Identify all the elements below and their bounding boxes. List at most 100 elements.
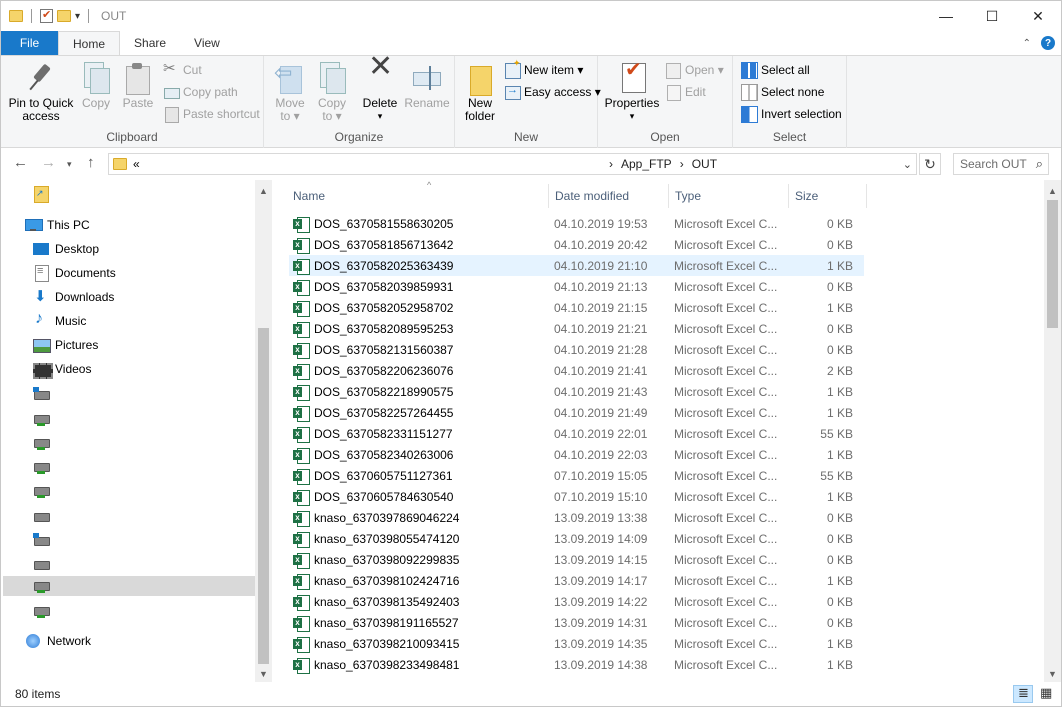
table-row[interactable]: knaso_6370398210093415 13.09.2019 14:35 Mi… <box>289 633 864 654</box>
breadcrumb-out[interactable]: OUT <box>692 157 717 171</box>
customize-toolbar-chevron-icon[interactable]: ▾ <box>75 11 80 22</box>
edit-button[interactable]: Edit <box>665 82 706 102</box>
nav-item-desktop[interactable]: Desktop <box>33 239 99 259</box>
new-folder-icon[interactable] <box>57 10 71 22</box>
table-row[interactable]: knaso_6370398191165527 13.09.2019 14:31 Mi… <box>289 612 864 633</box>
tab-share[interactable]: Share <box>120 31 180 55</box>
table-row[interactable]: DOS_6370582025363439 04.10.2019 21:10 Micr… <box>289 255 864 276</box>
refresh-button[interactable]: ↻ <box>919 153 941 175</box>
open-button[interactable]: Open ▾ <box>665 60 724 80</box>
address-dropdown-chevron-icon[interactable]: ⌄ <box>903 158 912 171</box>
help-icon[interactable]: ? <box>1041 36 1055 50</box>
quick-access-item[interactable] <box>33 184 55 204</box>
nav-item-drive[interactable] <box>33 385 55 405</box>
table-row[interactable]: DOS_6370582131560387 04.10.2019 21:28 Micr… <box>289 339 864 360</box>
file-list-scrollbar[interactable]: ▲ ▼ <box>1044 180 1061 682</box>
nav-item-drive[interactable] <box>33 507 55 527</box>
back-arrow-icon[interactable]: ← <box>13 154 28 171</box>
file-name-cell[interactable]: DOS_6370605784630540 <box>289 489 547 506</box>
breadcrumb-app-ftp[interactable]: App_FTP <box>621 157 672 171</box>
breadcrumb-separator[interactable]: › <box>680 157 684 171</box>
scroll-up-arrow-icon[interactable]: ▲ <box>1044 182 1061 199</box>
table-row[interactable]: knaso_6370398092299835 13.09.2019 14:15 Mi… <box>289 549 864 570</box>
nav-item-network[interactable]: Network <box>25 631 91 651</box>
up-arrow-icon[interactable]: ↑ <box>87 154 95 171</box>
file-name-cell[interactable]: DOS_6370582218990575 <box>289 384 547 401</box>
tab-view[interactable]: View <box>180 31 234 55</box>
nav-item-pictures[interactable]: Pictures <box>33 335 98 355</box>
nav-scrollbar[interactable]: ▲ ▼ <box>255 180 272 682</box>
scroll-down-arrow-icon[interactable]: ▼ <box>1044 665 1061 682</box>
delete-button[interactable]: Delete ▾ <box>360 60 400 123</box>
properties-icon[interactable] <box>40 8 53 23</box>
file-name-cell[interactable]: knaso_6370398135492403 <box>289 594 547 611</box>
minimize-button[interactable]: — <box>923 1 969 31</box>
file-name-cell[interactable]: DOS_6370582039859931 <box>289 279 547 296</box>
file-name-cell[interactable]: DOS_6370582340263006 <box>289 447 547 464</box>
table-row[interactable]: DOS_6370581558630205 04.10.2019 19:53 Micr… <box>289 213 864 234</box>
table-row[interactable]: knaso_6370398135492403 13.09.2019 14:22 Mi… <box>289 591 864 612</box>
close-button[interactable]: ✕ <box>1015 1 1061 31</box>
table-row[interactable]: DOS_6370582218990575 04.10.2019 21:43 Micr… <box>289 381 864 402</box>
file-name-cell[interactable]: knaso_6370398191165527 <box>289 615 547 632</box>
file-name-cell[interactable]: DOS_6370581558630205 <box>289 216 547 233</box>
table-row[interactable]: DOS_6370582039859931 04.10.2019 21:13 Micr… <box>289 276 864 297</box>
nav-item-downloads[interactable]: Downloads <box>33 287 114 307</box>
breadcrumb-separator[interactable]: › <box>609 157 613 171</box>
tab-file[interactable]: File <box>1 31 58 55</box>
tab-home[interactable]: Home <box>58 31 121 56</box>
select-all-button[interactable]: Select all <box>741 60 810 80</box>
scroll-up-arrow-icon[interactable]: ▲ <box>255 182 272 199</box>
table-row[interactable]: DOS_6370581856713642 04.10.2019 20:42 Micr… <box>289 234 864 255</box>
move-to-button[interactable]: Move to ▾ <box>272 62 308 123</box>
rename-button[interactable]: Rename <box>404 62 450 110</box>
nav-item-drive[interactable] <box>33 433 55 453</box>
file-name-cell[interactable]: knaso_6370397869046224 <box>289 510 547 527</box>
file-name-cell[interactable]: DOS_6370582131560387 <box>289 342 547 359</box>
select-none-button[interactable]: Select none <box>741 82 824 102</box>
search-input[interactable]: Search OUT ⌕ <box>953 153 1049 175</box>
nav-item-this-pc[interactable]: This PC <box>25 215 90 235</box>
address-bar[interactable]: « › App_FTP › OUT ⌄ <box>108 153 917 175</box>
recent-locations-chevron-icon[interactable]: ▾ <box>67 159 72 170</box>
nav-item-drive[interactable] <box>33 555 55 575</box>
paste-button[interactable]: Paste <box>120 62 156 110</box>
file-name-cell[interactable]: DOS_6370582052958702 <box>289 300 547 317</box>
column-header-size[interactable]: Size <box>789 184 867 208</box>
copy-to-button[interactable]: Copy to ▾ <box>314 62 350 123</box>
copy-button[interactable]: Copy <box>79 62 113 110</box>
easy-access-button[interactable]: Easy access ▾ <box>504 82 601 102</box>
table-row[interactable]: knaso_6370397869046224 13.09.2019 13:38 Mi… <box>289 507 864 528</box>
scroll-down-arrow-icon[interactable]: ▼ <box>255 665 272 682</box>
nav-item-drive-selected[interactable] <box>3 576 255 596</box>
table-row[interactable]: DOS_6370582089595253 04.10.2019 21:21 Micr… <box>289 318 864 339</box>
nav-item-drive[interactable] <box>33 481 55 501</box>
file-name-cell[interactable]: DOS_6370582206236076 <box>289 363 547 380</box>
file-name-cell[interactable]: DOS_6370582025363439 <box>289 258 547 275</box>
large-icons-view-icon[interactable] <box>1035 685 1055 703</box>
table-row[interactable]: knaso_6370398055474120 13.09.2019 14:09 Mi… <box>289 528 864 549</box>
file-name-cell[interactable]: DOS_6370582089595253 <box>289 321 547 338</box>
copy-path-button[interactable]: Copy path <box>163 82 238 102</box>
table-row[interactable]: DOS_6370582257264455 04.10.2019 21:49 Micr… <box>289 402 864 423</box>
table-row[interactable]: DOS_6370582206236076 04.10.2019 21:41 Micr… <box>289 360 864 381</box>
file-name-cell[interactable]: knaso_6370398210093415 <box>289 636 547 653</box>
table-row[interactable]: DOS_6370582331151277 04.10.2019 22:01 Micr… <box>289 423 864 444</box>
nav-scrollbar-thumb[interactable] <box>258 328 269 664</box>
file-name-cell[interactable]: DOS_6370582331151277 <box>289 426 547 443</box>
table-row[interactable]: DOS_6370582340263006 04.10.2019 22:03 Micr… <box>289 444 864 465</box>
invert-selection-button[interactable]: Invert selection <box>741 104 842 124</box>
nav-item-videos[interactable]: Videos <box>33 359 91 379</box>
paste-shortcut-button[interactable]: Paste shortcut <box>163 104 260 124</box>
column-header-type[interactable]: Type <box>669 184 789 208</box>
details-view-icon[interactable] <box>1013 685 1033 703</box>
properties-button[interactable]: Properties ▾ <box>604 62 660 123</box>
file-name-cell[interactable]: DOS_6370581856713642 <box>289 237 547 254</box>
nav-item-drive[interactable] <box>33 409 55 429</box>
nav-item-drive[interactable] <box>33 531 55 551</box>
file-name-cell[interactable]: knaso_6370398233498481 <box>289 657 547 674</box>
column-header-name[interactable]: Name ^ <box>287 180 549 208</box>
table-row[interactable]: DOS_6370605751127361 07.10.2019 15:05 Micr… <box>289 465 864 486</box>
file-name-cell[interactable]: DOS_6370605751127361 <box>289 468 547 485</box>
table-row[interactable]: knaso_6370398102424716 13.09.2019 14:17 Mi… <box>289 570 864 591</box>
